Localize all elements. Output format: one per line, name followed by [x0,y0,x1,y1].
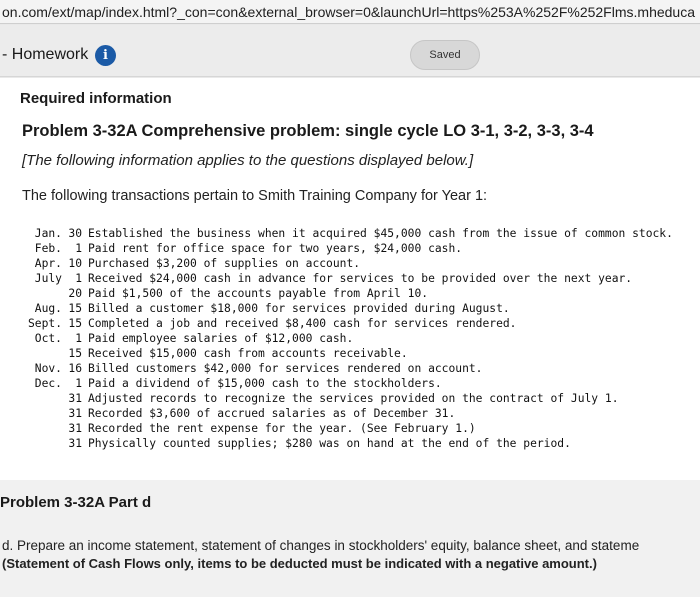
required-info-heading: Required information [20,90,172,107]
transaction-month [24,406,62,421]
transaction-row: 31 Physically counted supplies; $280 was… [24,436,700,451]
transaction-month: Feb. [34,242,62,255]
transaction-day: 30 [68,227,82,240]
transaction-day: 10 [68,257,82,270]
problem-title: Problem 3-32A Comprehensive problem: sin… [22,122,594,140]
transaction-row: Apr. 10 Purchased $3,200 of supplies on … [24,256,700,271]
transaction-day: 20 [68,287,82,300]
transaction-desc: Physically counted supplies; $280 was on… [88,437,571,450]
transaction-desc: Received $15,000 cash from accounts rece… [88,347,408,360]
transaction-day: 1 [75,332,82,345]
transaction-desc: Purchased $3,200 of supplies on account. [88,257,361,270]
transaction-row: 20 Paid $1,500 of the accounts payable f… [24,286,700,301]
transaction-day: 1 [75,377,82,390]
transaction-day: 15 [68,317,82,330]
transaction-month [24,436,62,451]
transaction-day: 16 [68,362,82,375]
transaction-month [24,421,62,436]
transaction-desc: Paid $1,500 of the accounts payable from… [88,287,429,300]
transaction-month: Nov. [34,362,62,375]
transaction-desc: Billed a customer $18,000 for services p… [88,302,510,315]
transaction-day: 31 [68,422,82,435]
question-card: Required information Problem 3-32A Compr… [0,78,700,480]
transaction-month: Sept. [27,317,62,330]
transaction-row: Oct. 1 Paid employee salaries of $12,000… [24,331,700,346]
transaction-row: Sept. 15 Completed a job and received $8… [24,316,700,331]
part-title: Problem 3-32A Part d [0,494,152,511]
transaction-month: Jan. [34,227,62,240]
transaction-day: 31 [68,392,82,405]
transaction-day: 1 [75,272,82,285]
transaction-day: 31 [68,407,82,420]
transaction-desc: Recorded $3,600 of accrued salaries as o… [88,407,456,420]
assignment-header: - Homework i Saved [0,25,700,77]
transaction-desc: Completed a job and received $8,400 cash… [88,317,517,330]
transactions-list: Jan. 30 Established the business when it… [24,226,700,451]
transaction-month: Apr. [34,257,62,270]
part-note: (Statement of Cash Flows only, items to … [2,556,597,571]
transaction-desc: Received $24,000 cash in advance for ser… [88,272,633,285]
transaction-desc: Adjusted records to recognize the servic… [88,392,619,405]
homework-title: - Homework [2,46,89,63]
transaction-row: 31 Adjusted records to recognize the ser… [24,391,700,406]
transaction-month: Dec. [34,377,62,390]
transaction-row: July 1 Received $24,000 cash in advance … [24,271,700,286]
transaction-day: 15 [68,302,82,315]
transaction-month: Oct. [34,332,62,345]
transaction-row: Dec. 1 Paid a dividend of $15,000 cash t… [24,376,700,391]
transaction-desc: Paid a dividend of $15,000 cash to the s… [88,377,442,390]
info-icon[interactable]: i [95,45,116,66]
applies-note: [The following information applies to th… [22,152,474,169]
saved-button[interactable]: Saved [410,40,480,70]
transaction-desc: Billed customers $42,000 for services re… [88,362,483,375]
transaction-row: 15 Received $15,000 cash from accounts r… [24,346,700,361]
transaction-row: 31 Recorded the rent expense for the yea… [24,421,700,436]
address-bar[interactable]: on.com/ext/map/index.html?_con=con&exter… [0,0,700,24]
transaction-month: July [34,272,62,285]
transaction-day: 15 [68,347,82,360]
transaction-desc: Established the business when it acquire… [88,227,673,240]
transaction-row: Aug. 15 Billed a customer $18,000 for se… [24,301,700,316]
transaction-desc: Paid rent for office space for two years… [88,242,463,255]
transaction-row: Nov. 16 Billed customers $42,000 for ser… [24,361,700,376]
transaction-day: 1 [75,242,82,255]
part-d-section: Problem 3-32A Part d d. Prepare an incom… [0,480,700,597]
transaction-month [24,391,62,406]
transaction-row: Feb. 1 Paid rent for office space for tw… [24,241,700,256]
transaction-row: Jan. 30 Established the business when it… [24,226,700,241]
transaction-desc: Paid employee salaries of $12,000 cash. [88,332,354,345]
transaction-desc: Recorded the rent expense for the year. … [88,422,476,435]
transaction-month [24,286,62,301]
transaction-day: 31 [68,437,82,450]
intro-text: The following transactions pertain to Sm… [22,188,488,204]
part-instructions: d. Prepare an income statement, statemen… [2,538,640,553]
transaction-month [24,346,62,361]
transaction-month: Aug. [34,302,62,315]
transaction-row: 31 Recorded $3,600 of accrued salaries a… [24,406,700,421]
